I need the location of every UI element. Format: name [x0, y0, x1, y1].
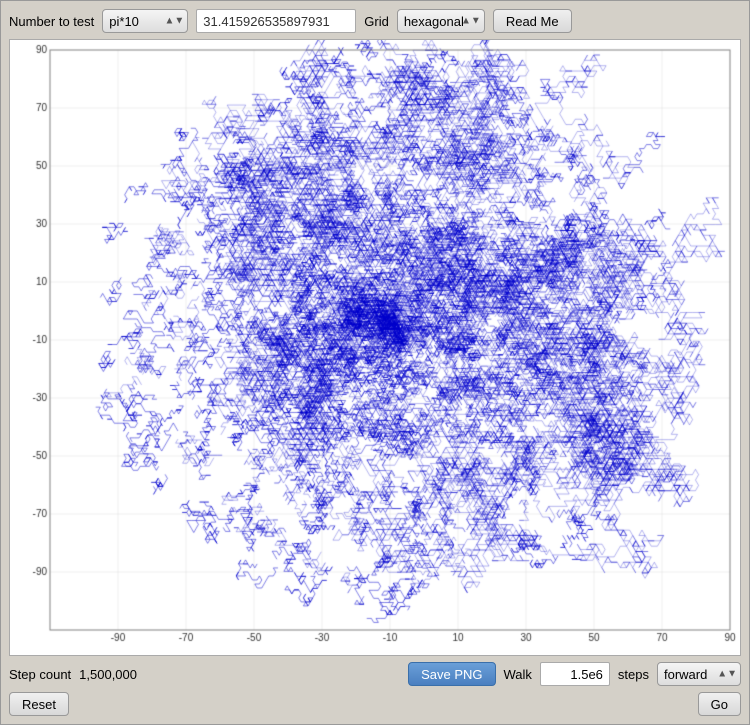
- direction-select-wrapper: forward backward ▲▼: [657, 662, 741, 686]
- grid-label: Grid: [364, 14, 389, 29]
- direction-select[interactable]: forward backward: [657, 662, 741, 686]
- steps-label: steps: [618, 667, 649, 682]
- footer-bar: Reset Go: [9, 692, 741, 716]
- reset-button[interactable]: Reset: [9, 692, 69, 716]
- number-select[interactable]: pi*10 pi*100 pi*1000 e*10 sqrt(2)*10: [102, 9, 188, 33]
- walk-input[interactable]: [540, 662, 610, 686]
- grid-select[interactable]: hexagonal square triangular: [397, 9, 485, 33]
- step-count-label: Step count: [9, 667, 71, 682]
- save-png-button[interactable]: Save PNG: [408, 662, 495, 686]
- app-window: Number to test pi*10 pi*100 pi*1000 e*10…: [0, 0, 750, 725]
- read-me-button[interactable]: Read Me: [493, 9, 572, 33]
- walk-label: Walk: [504, 667, 532, 682]
- number-select-wrapper: pi*10 pi*100 pi*1000 e*10 sqrt(2)*10 ▲▼: [102, 9, 188, 33]
- toolbar: Number to test pi*10 pi*100 pi*1000 e*10…: [9, 9, 741, 33]
- number-label: Number to test: [9, 14, 94, 29]
- plot-canvas: [10, 40, 740, 655]
- plot-area: [9, 39, 741, 656]
- bottom-bar: Step count 1,500,000 Save PNG Walk steps…: [9, 662, 741, 686]
- grid-select-wrapper: hexagonal square triangular ▲▼: [397, 9, 485, 33]
- go-button[interactable]: Go: [698, 692, 741, 716]
- value-display: 31.415926535897931: [196, 9, 356, 33]
- step-count-value: 1,500,000: [79, 667, 137, 682]
